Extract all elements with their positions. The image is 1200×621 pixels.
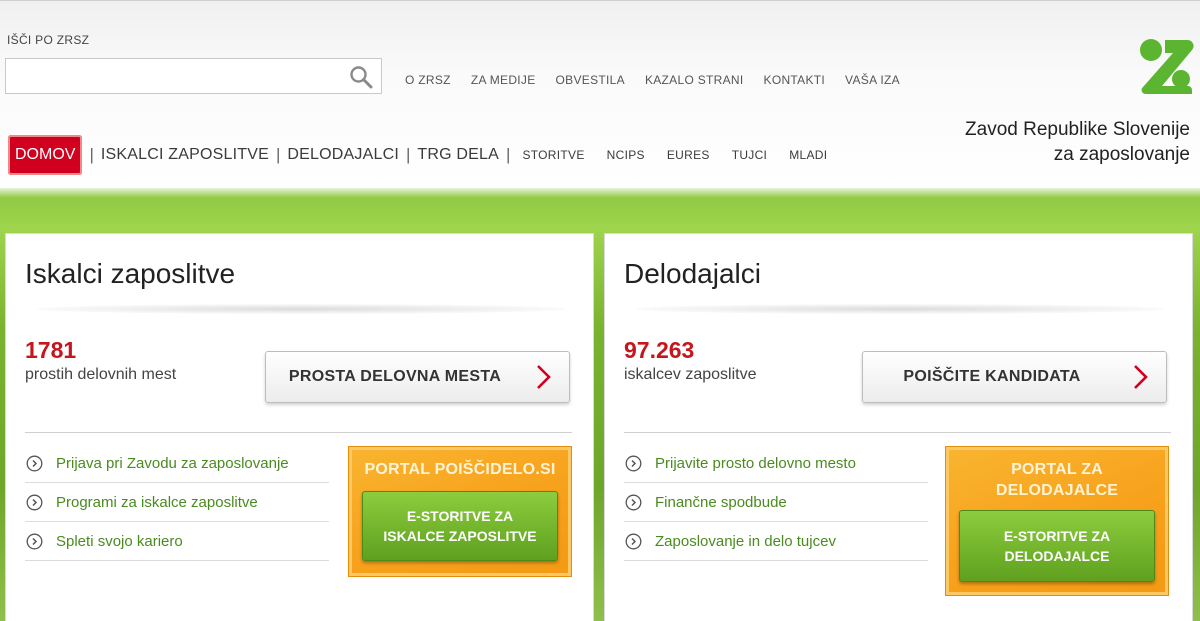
e-storitve-delodajalci-button[interactable]: E-STORITVE ZA DELODAJALCE (959, 510, 1155, 582)
panel-iskalci-zaposlitve: Iskalci zaposlitve 1781 prostih delovnih… (5, 233, 594, 621)
promo-button-line2: DELODAJALCE (1004, 548, 1110, 564)
promo-title-line2: DELODAJALCE (995, 482, 1119, 499)
stat-number: 97.263 (624, 337, 695, 363)
section-divider (624, 432, 1171, 433)
chevron-right-icon (1134, 365, 1148, 389)
search-box (5, 58, 382, 94)
panel-title: Delodajalci (624, 258, 761, 289)
circle-arrow-icon (625, 494, 642, 510)
top-link-za-medije[interactable]: ZA MEDIJE (471, 73, 536, 87)
search-input[interactable] (6, 59, 336, 93)
nav-iskalci-zaposlitve[interactable]: ISKALCI ZAPOSLITVE (101, 146, 269, 164)
nav-trg-dela[interactable]: TRG DELA (417, 146, 499, 164)
nav-home[interactable]: DOMOV (8, 135, 83, 175)
top-link-kazalo-strani[interactable]: KAZALO STRANI (645, 73, 744, 87)
poiscite-kandidata-button[interactable]: POIŠČITE KANDIDATA (862, 351, 1167, 403)
top-link-obvestila[interactable]: OBVESTILA (556, 73, 625, 87)
list-item[interactable]: Zaposlovanje in delo tujcev (624, 522, 928, 561)
promo-title-line1: PORTAL ZA (1011, 461, 1103, 478)
title-shadow-divider (36, 304, 566, 314)
link-label: Zaposlovanje in delo tujcev (655, 532, 836, 550)
main-nav: DOMOV | ISKALCI ZAPOSLITVE | DELODAJALCI… (8, 135, 839, 175)
cta-label: POIŠČITE KANDIDATA (903, 368, 1081, 385)
top-links: O ZRSZ ZA MEDIJE OBVESTILA KAZALO STRANI… (395, 73, 910, 87)
nav-separator: | (275, 145, 281, 164)
circle-arrow-icon (625, 533, 642, 549)
search-label: IŠČI PO ZRSZ (7, 33, 90, 47)
nav-tujci[interactable]: TUJCI (732, 148, 768, 162)
top-link-vasa-iza[interactable]: VAŠA IZA (845, 73, 900, 87)
list-item[interactable]: Finančne spodbude (624, 483, 928, 522)
list-item[interactable]: Programi za iskalce zaposlitve (25, 483, 329, 522)
top-link-o-zrsz[interactable]: O ZRSZ (405, 73, 451, 87)
cta-label: PROSTA DELOVNA MESTA (288, 368, 502, 385)
link-label: Prijavite prosto delovno mesto (655, 454, 856, 472)
top-link-kontakti[interactable]: KONTAKTI (764, 73, 826, 87)
promo-button-line1: E-STORITVE ZA (406, 508, 514, 524)
nav-separator: | (506, 145, 511, 164)
circle-arrow-icon (26, 533, 43, 549)
promo-button-line1: E-STORITVE ZA (1003, 528, 1111, 544)
search-icon[interactable] (349, 65, 373, 89)
nav-separator: | (89, 145, 94, 164)
job-seeker-links: Prijava pri Zavodu za zaposlovanje Progr… (25, 444, 329, 561)
list-item[interactable]: Prijavite prosto delovno mesto (624, 444, 928, 483)
nav-delodajalci[interactable]: DELODAJALCI (287, 146, 399, 164)
nav-ncips[interactable]: NCIPS (607, 148, 645, 162)
link-label: Spleti svojo kariero (56, 532, 183, 550)
e-storitve-iskalci-button[interactable]: E-STORITVE ZA ISKALCE ZAPOSLITVE (362, 491, 558, 561)
employer-links: Prijavite prosto delovno mesto Finančne … (624, 444, 928, 561)
portal-poiscidelo-promo[interactable]: PORTAL POIŠČIDELO.SI E-STORITVE ZA ISKAL… (348, 446, 572, 577)
link-label: Programi za iskalce zaposlitve (56, 493, 258, 511)
org-name-line1: Zavod Republike Slovenije (965, 119, 1190, 140)
nav-storitve[interactable]: STORITVE (522, 148, 584, 162)
nav-mladi[interactable]: MLADI (789, 148, 827, 162)
prosta-delovna-mesta-button[interactable]: PROSTA DELOVNA MESTA (265, 351, 570, 403)
organization-name: Zavod Republike Slovenije za zaposlovanj… (965, 117, 1190, 167)
promo-title: PORTAL ZA DELODAJALCE (946, 459, 1168, 501)
circle-arrow-icon (26, 494, 43, 510)
portal-za-delodajalce-promo[interactable]: PORTAL ZA DELODAJALCE E-STORITVE ZA DELO… (945, 446, 1169, 596)
panel-delodajalci: Delodajalci 97.263 iskalcev zaposlitve P… (604, 233, 1193, 621)
promo-button-line2: ISKALCE ZAPOSLITVE (383, 528, 537, 544)
panel-title: Iskalci zaposlitve (25, 258, 236, 289)
header: IŠČI PO ZRSZ O ZRSZ ZA MEDIJE OBVESTILA … (0, 0, 1200, 188)
org-name-line2: za zaposlovanje (1053, 144, 1190, 165)
circle-arrow-icon (26, 455, 43, 471)
promo-title: PORTAL POIŠČIDELO.SI (364, 461, 556, 478)
list-item[interactable]: Prijava pri Zavodu za zaposlovanje (25, 444, 329, 483)
nav-eures[interactable]: EURES (667, 148, 710, 162)
stat-number: 1781 (25, 337, 77, 363)
nav-separator: | (405, 145, 411, 164)
stat-label: iskalcev zaposlitve (624, 366, 757, 383)
section-divider (25, 432, 572, 433)
title-shadow-divider (635, 304, 1165, 314)
link-label: Prijava pri Zavodu za zaposlovanje (56, 454, 289, 472)
link-label: Finančne spodbude (655, 493, 787, 511)
stat-label: prostih delovnih mest (25, 366, 177, 383)
zrsz-logo-icon[interactable] (1138, 36, 1194, 98)
list-item[interactable]: Spleti svojo kariero (25, 522, 329, 561)
chevron-right-icon (537, 365, 551, 389)
circle-arrow-icon (625, 455, 642, 471)
